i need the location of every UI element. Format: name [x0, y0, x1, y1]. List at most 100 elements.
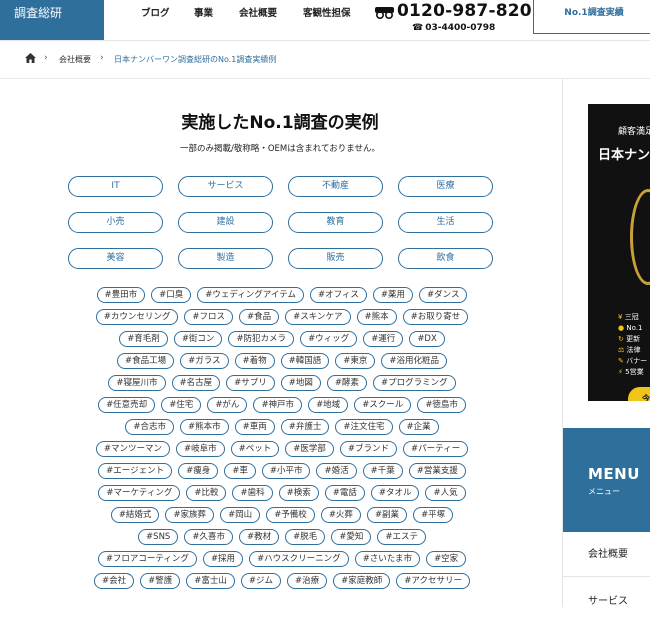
tag-chip[interactable]: #タオル: [370, 485, 420, 501]
tag-chip[interactable]: #プログラミング: [373, 375, 456, 391]
tag-chip[interactable]: #地図: [280, 375, 321, 391]
category-button[interactable]: IT: [68, 176, 163, 197]
tag-chip[interactable]: #DX: [409, 331, 445, 347]
nav-objectivity[interactable]: 客観性担保: [303, 5, 351, 19]
tag-chip[interactable]: #家庭教師: [333, 573, 391, 589]
tag-chip[interactable]: #着物: [234, 353, 275, 369]
tag-chip[interactable]: #ハウスクリーニング: [249, 551, 349, 567]
tag-chip[interactable]: #小平市: [261, 463, 311, 479]
tag-chip[interactable]: #ウェディングアイテム: [197, 287, 304, 303]
tag-chip[interactable]: #婚活: [316, 463, 357, 479]
tag-chip[interactable]: #酵素: [326, 375, 367, 391]
tag-chip[interactable]: #検索: [278, 485, 319, 501]
tag-chip[interactable]: #比較: [186, 485, 227, 501]
category-button[interactable]: 不動産: [288, 176, 383, 197]
tag-chip[interactable]: #さいたま市: [354, 551, 421, 567]
nav-blog[interactable]: ブログ: [141, 5, 170, 19]
tag-chip[interactable]: #フロス: [184, 309, 233, 325]
nav-company[interactable]: 会社概要: [239, 5, 277, 19]
tag-chip[interactable]: #街コン: [173, 331, 223, 347]
tag-chip[interactable]: #パーティー: [403, 441, 469, 457]
tag-chip[interactable]: #副業: [366, 507, 408, 523]
tag-chip[interactable]: #カウンセリング: [95, 309, 179, 325]
home-icon[interactable]: [25, 53, 36, 63]
category-button[interactable]: 教育: [288, 212, 383, 233]
category-button[interactable]: 飲食: [398, 248, 493, 269]
tag-chip[interactable]: #弁護士: [280, 419, 330, 435]
tag-chip[interactable]: #東京: [335, 353, 376, 369]
tag-chip[interactable]: #ウィッグ: [300, 331, 358, 347]
tag-chip[interactable]: #住宅: [161, 397, 202, 413]
tag-chip[interactable]: #家族葬: [165, 507, 215, 523]
tag-chip[interactable]: #オフィス: [309, 287, 367, 303]
tag-chip[interactable]: #千葉: [362, 463, 403, 479]
phone-number[interactable]: 0120-987-820: [397, 1, 532, 21]
category-button[interactable]: 医療: [398, 176, 493, 197]
tag-chip[interactable]: #ブランド: [339, 441, 397, 457]
sidebar-link-service[interactable]: サービス: [563, 578, 650, 623]
tag-chip[interactable]: #車: [224, 463, 256, 479]
tag-chip[interactable]: #神戸市: [253, 397, 303, 413]
tag-chip[interactable]: #アクセサリー: [396, 573, 470, 589]
category-button[interactable]: 販売: [288, 248, 383, 269]
tag-chip[interactable]: #浴用化粧品: [381, 353, 448, 369]
tag-chip[interactable]: #合志市: [125, 419, 174, 435]
tag-chip[interactable]: #ダンス: [419, 287, 468, 303]
tag-chip[interactable]: #電話: [324, 485, 365, 501]
tag-chip[interactable]: #ペット: [230, 441, 280, 457]
category-button[interactable]: 美容: [68, 248, 163, 269]
tag-chip[interactable]: #治療: [287, 573, 328, 589]
tag-chip[interactable]: #食品工場: [116, 353, 175, 369]
site-logo[interactable]: 調査総研: [0, 0, 104, 40]
tag-chip[interactable]: #薬用: [372, 287, 414, 303]
tag-chip[interactable]: #名古屋: [171, 375, 221, 391]
tag-chip[interactable]: #痩身: [178, 463, 219, 479]
tag-chip[interactable]: #エージェント: [98, 463, 173, 479]
tag-chip[interactable]: #空家: [426, 551, 467, 567]
tag-chip[interactable]: #任意売却: [98, 397, 156, 413]
tag-chip[interactable]: #会社: [94, 573, 135, 589]
tag-chip[interactable]: #企業: [398, 419, 439, 435]
category-button[interactable]: 建設: [178, 212, 273, 233]
tag-chip[interactable]: #食品: [239, 309, 280, 325]
tag-chip[interactable]: #平塚: [413, 507, 454, 523]
tag-chip[interactable]: #スキンケア: [285, 309, 351, 325]
tag-chip[interactable]: #岡山: [220, 507, 261, 523]
tag-chip[interactable]: #人気: [425, 485, 466, 501]
tag-chip[interactable]: #熊本: [356, 309, 397, 325]
tag-chip[interactable]: #注文住宅: [335, 419, 393, 435]
sidebar-link-company[interactable]: 会社概要: [563, 532, 650, 577]
tag-chip[interactable]: #寝屋川市: [108, 375, 166, 391]
tag-chip[interactable]: #マンツーマン: [95, 441, 170, 457]
tag-chip[interactable]: #地域: [308, 397, 349, 413]
phone-sub[interactable]: ☎ 03-4400-0798: [412, 23, 495, 33]
nav-business[interactable]: 事業: [194, 5, 213, 19]
tag-chip[interactable]: #運行: [363, 331, 404, 347]
tag-chip[interactable]: #富士山: [186, 573, 235, 589]
tag-chip[interactable]: #エステ: [377, 529, 426, 545]
tag-chip[interactable]: #火葬: [320, 507, 361, 523]
tag-chip[interactable]: #スクール: [354, 397, 412, 413]
tag-chip[interactable]: #豊田市: [96, 287, 146, 303]
tag-chip[interactable]: #教材: [238, 529, 280, 545]
breadcrumb-company[interactable]: 会社概要: [59, 54, 91, 65]
tag-chip[interactable]: #脱毛: [285, 529, 326, 545]
tag-chip[interactable]: #ガラス: [180, 353, 229, 369]
tag-chip[interactable]: #がん: [207, 397, 248, 413]
tag-chip[interactable]: #採用: [202, 551, 244, 567]
tag-chip[interactable]: #愛知: [331, 529, 372, 545]
tag-chip[interactable]: #予備校: [266, 507, 315, 523]
tag-chip[interactable]: #熊本市: [180, 419, 229, 435]
category-button[interactable]: サービス: [178, 176, 273, 197]
tag-chip[interactable]: #防犯カメラ: [228, 331, 295, 347]
tag-chip[interactable]: #お取り寄せ: [402, 309, 469, 325]
tag-chip[interactable]: #久喜市: [184, 529, 233, 545]
category-button[interactable]: 生活: [398, 212, 493, 233]
tag-chip[interactable]: #警護: [140, 573, 181, 589]
tag-chip[interactable]: #口臭: [151, 287, 192, 303]
tag-chip[interactable]: #フロアコーティング: [97, 551, 197, 567]
tag-chip[interactable]: #岐阜市: [176, 441, 225, 457]
tag-chip[interactable]: #徳島市: [417, 397, 466, 413]
banner-cta-button[interactable]: 今: [628, 387, 650, 401]
no1-results-button[interactable]: No.1調査実績: [533, 0, 650, 34]
